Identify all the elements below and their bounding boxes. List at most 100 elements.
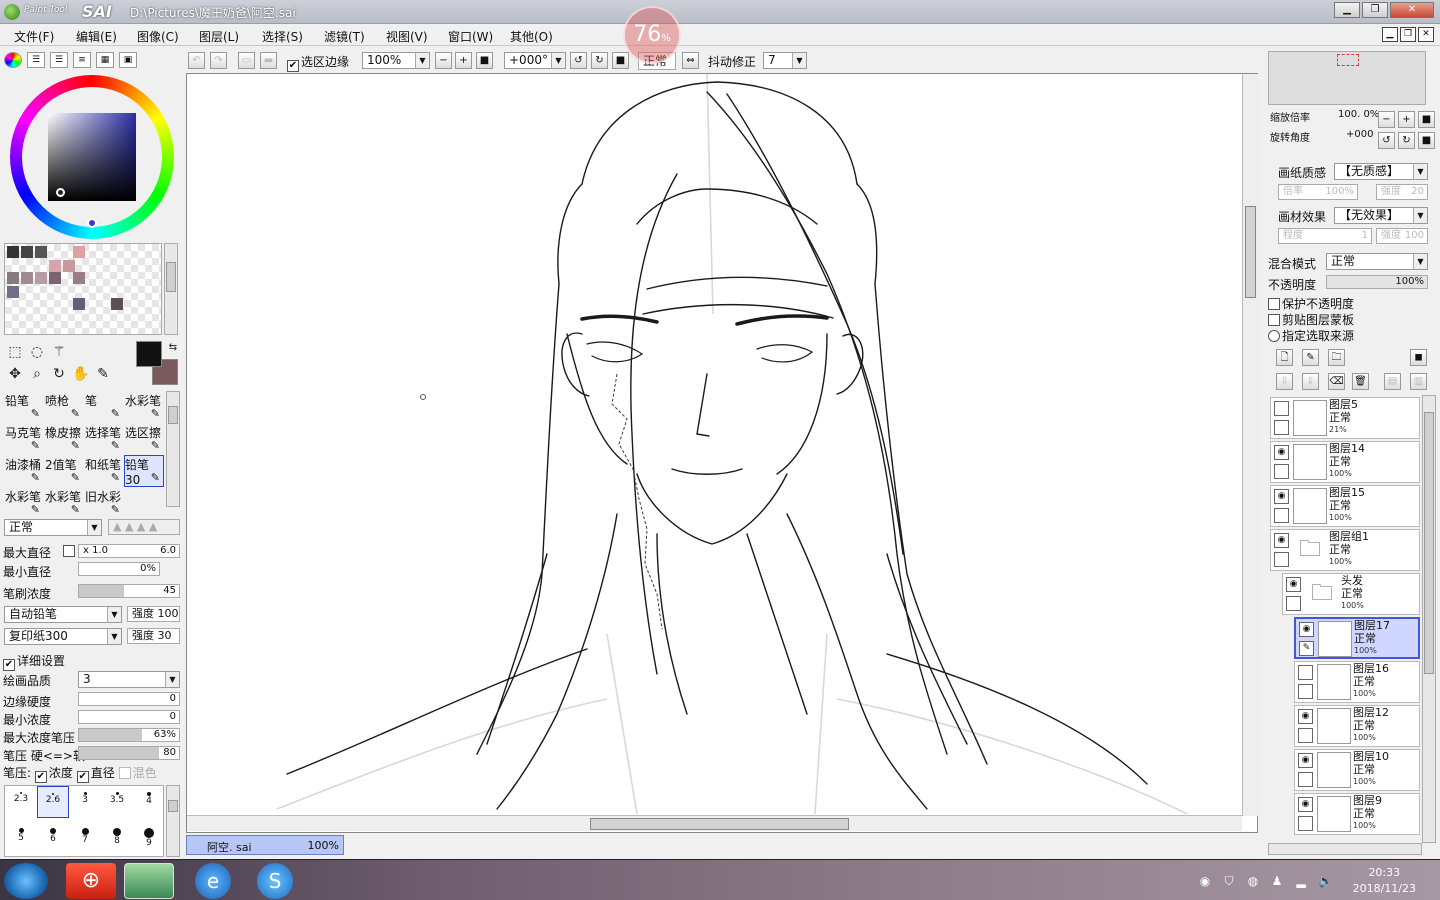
mixer-tab-icon[interactable]: ≡ xyxy=(73,52,91,68)
effect-degree-field[interactable]: 程度 1 xyxy=(1278,228,1372,244)
close-button[interactable]: ✕ xyxy=(1390,2,1434,18)
rotate-left-icon[interactable]: ↺ xyxy=(570,52,587,69)
nav-zoom-reset-icon[interactable]: ■ xyxy=(1418,111,1435,128)
hsv-slider-tab-icon[interactable]: ☰ xyxy=(50,52,68,68)
nav-rotate-left-icon[interactable]: ↺ xyxy=(1378,132,1395,149)
zoom-out-icon[interactable]: − xyxy=(435,52,452,69)
brush-size-option[interactable]: 7 xyxy=(69,822,101,854)
tray-signal-icon[interactable]: ▂ xyxy=(1294,874,1308,888)
tray-qq-icon[interactable]: ♟ xyxy=(1270,874,1284,888)
layer-list-scrollbar[interactable] xyxy=(1422,395,1436,843)
brush-size-option[interactable]: 5 xyxy=(5,822,37,854)
layer-option-b-icon[interactable]: ▥ xyxy=(1410,373,1427,390)
max-diameter-slider[interactable]: x 1.0 6.0 xyxy=(78,544,180,558)
canvas-hscroll-thumb[interactable] xyxy=(590,818,849,830)
active-layer-pen-icon[interactable]: ✎ xyxy=(1299,641,1314,656)
layer-visibility-icon[interactable]: ◉ xyxy=(1298,797,1313,812)
clipping-option[interactable]: 剪贴图层蒙板 xyxy=(1268,311,1354,328)
selection-edge-checkbox[interactable]: ✔ xyxy=(287,60,299,72)
swatch[interactable] xyxy=(35,272,47,284)
brush-size-option[interactable]: 6 xyxy=(37,822,69,854)
selection-source-checkbox[interactable] xyxy=(1268,330,1280,342)
swatch[interactable] xyxy=(49,260,61,272)
layer-hscrollbar[interactable] xyxy=(1268,843,1422,855)
redo-icon[interactable]: ↷ xyxy=(210,52,227,69)
undo-icon[interactable]: ↶ xyxy=(188,52,205,69)
delete-layer-icon[interactable]: 🗑 xyxy=(1352,373,1369,390)
swatch[interactable] xyxy=(73,272,85,284)
brush-size-option[interactable]: 8 xyxy=(101,822,133,854)
layer-visibility-icon[interactable] xyxy=(1274,401,1289,416)
layer-row[interactable]: 图层16 正常 100% xyxy=(1294,661,1420,703)
density-slider[interactable]: 45 xyxy=(78,584,180,598)
size-scroll-thumb[interactable] xyxy=(168,800,178,812)
brush-slot[interactable]: 喷枪 ✎ xyxy=(44,391,84,423)
brush-scrollbar[interactable] xyxy=(166,391,180,507)
hardsoft-slider[interactable]: 80 xyxy=(78,746,180,760)
layer-visibility-icon[interactable]: ◉ xyxy=(1274,533,1289,548)
layer-visibility-icon[interactable] xyxy=(1298,665,1313,680)
swatch[interactable] xyxy=(35,246,47,258)
minimize-button[interactable]: ▁ xyxy=(1334,2,1360,18)
pressure-mix-checkbox[interactable] xyxy=(118,767,131,779)
effect-dropdown[interactable]: 【无效果】 ▼ xyxy=(1334,207,1428,224)
layer-lock-toggle[interactable] xyxy=(1274,552,1289,567)
swatch[interactable] xyxy=(49,272,61,284)
pressure-density-checkbox[interactable]: ✔ xyxy=(34,771,47,783)
selection-edge-toggle[interactable]: ✔ 选区边缘 xyxy=(287,53,349,72)
swatch[interactable] xyxy=(73,246,85,258)
brush-slot[interactable]: 2值笔 ✎ xyxy=(44,455,84,487)
layer-lock-toggle[interactable] xyxy=(1274,464,1289,479)
color-wheel-tab-icon[interactable] xyxy=(4,52,22,68)
new-linework-layer-icon[interactable]: ✎ xyxy=(1302,349,1319,366)
document-tab[interactable]: 阿空. sai 100% xyxy=(186,835,344,855)
layer-lock-toggle[interactable] xyxy=(1274,420,1289,435)
layer-visibility-icon[interactable]: ◉ xyxy=(1274,445,1289,460)
brush-slot[interactable]: 油漆桶 ✎ xyxy=(4,455,44,487)
menu-layer[interactable]: 图层(L) xyxy=(199,28,239,45)
swap-colors-icon[interactable]: ⇆ xyxy=(164,339,182,357)
lasso-icon[interactable]: ◌ xyxy=(28,343,46,361)
selection-source-option[interactable]: 指定选取来源 xyxy=(1268,327,1354,344)
menu-filter[interactable]: 滤镜(T) xyxy=(324,28,365,45)
brush-slot[interactable]: 和纸笔 ✎ xyxy=(84,455,124,487)
nav-zoom-in-icon[interactable]: + xyxy=(1398,111,1415,128)
quality-dropdown[interactable]: 3 ▼ xyxy=(78,671,180,688)
layer-mask-icon[interactable]: ◼ xyxy=(1410,349,1427,366)
magic-wand-icon[interactable]: ⚚ xyxy=(50,343,68,361)
nav-rotate-reset-icon[interactable]: ■ xyxy=(1418,132,1435,149)
layer-row[interactable]: ◉ 图层12 正常 100% xyxy=(1294,705,1420,747)
menu-other[interactable]: 其他(O) xyxy=(510,28,553,45)
tray-shield-icon[interactable]: ⛉ xyxy=(1222,874,1236,888)
color-wheel[interactable] xyxy=(10,75,174,239)
rotate-right-icon[interactable]: ↻ xyxy=(591,52,608,69)
opacity-slider[interactable]: 100% xyxy=(1326,275,1428,289)
sogou-icon[interactable]: S xyxy=(257,863,293,899)
ie-browser-icon[interactable]: e xyxy=(195,863,231,899)
brush-slot[interactable]: 选择笔 ✎ xyxy=(84,423,124,455)
tray-ie-icon[interactable]: ◍ xyxy=(1246,874,1260,888)
doc-restore-button[interactable]: ❐ xyxy=(1400,27,1416,42)
menu-edit[interactable]: 编辑(E) xyxy=(76,28,117,45)
zoom-in-icon[interactable]: + xyxy=(455,52,472,69)
canvas-vertical-scrollbar[interactable] xyxy=(1242,74,1258,816)
eyedropper-icon[interactable]: ✎ xyxy=(94,365,112,383)
swatch[interactable] xyxy=(73,298,85,310)
brush-slot[interactable]: 旧水彩 ✎ xyxy=(84,487,124,519)
menu-image[interactable]: 图像(C) xyxy=(137,28,179,45)
pressure-diameter-checkbox[interactable]: ✔ xyxy=(76,771,89,783)
detail-checkbox[interactable]: ✔ xyxy=(3,659,15,671)
effect-strength-field[interactable]: 强度 100 xyxy=(1376,228,1428,244)
menu-window[interactable]: 窗口(W) xyxy=(448,28,493,45)
layer-lock-toggle[interactable] xyxy=(1298,684,1313,699)
blend-dropdown[interactable]: 正常 ▼ xyxy=(4,519,102,536)
nav-rotate-right-icon[interactable]: ↻ xyxy=(1398,132,1415,149)
brush-slot[interactable]: 水彩笔 ✎ xyxy=(124,391,164,423)
shape-strength[interactable]: 强度 100 xyxy=(127,606,180,622)
swatch[interactable] xyxy=(21,272,33,284)
brush-slot[interactable]: 选区擦 ✎ xyxy=(124,423,164,455)
layer-row[interactable]: ◉ 图层9 正常 100% xyxy=(1294,793,1420,835)
layer-row[interactable]: ◉ 图层15 正常 100% xyxy=(1270,485,1420,527)
rotate-icon[interactable]: ↻ xyxy=(50,365,68,383)
hand-icon[interactable]: ✋ xyxy=(72,365,90,383)
